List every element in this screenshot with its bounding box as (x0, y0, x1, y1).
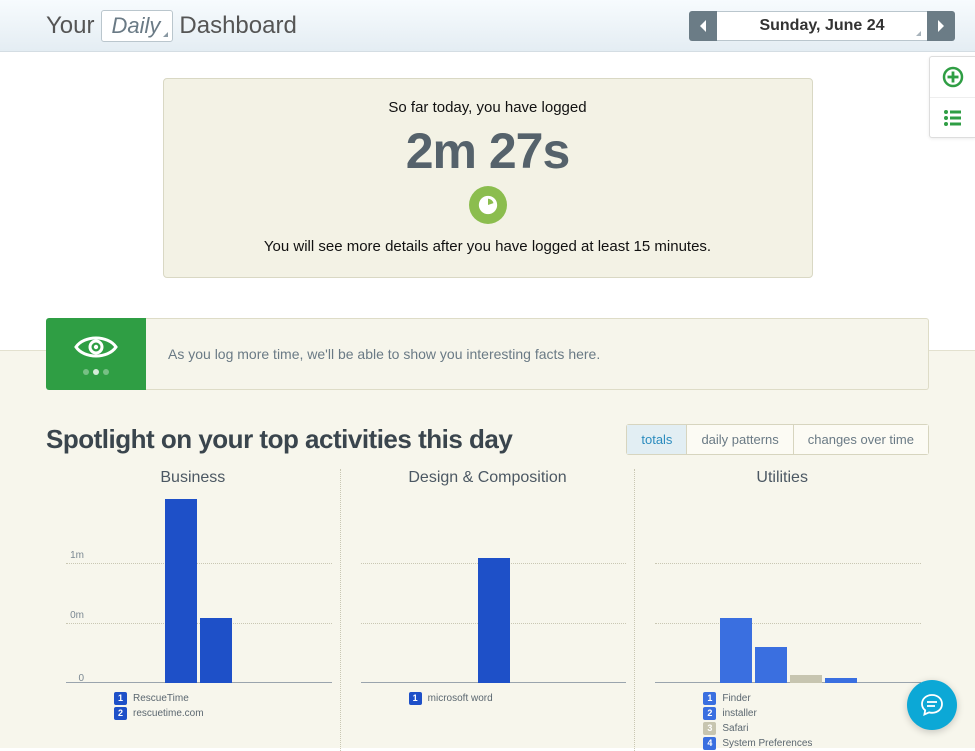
chart-col-1: Design & Composition 1 microsoft word (340, 469, 635, 751)
legend-label: System Preferences (722, 736, 812, 751)
plus-circle-icon (941, 65, 965, 89)
page-title: Your Daily Dashboard (46, 10, 297, 42)
insight-icon-box (46, 318, 146, 390)
title-your: Your (46, 12, 95, 40)
spotlight-header: Spotlight on your top activities this da… (46, 424, 929, 455)
add-button[interactable] (930, 57, 975, 97)
side-actions (929, 56, 975, 138)
insight-text: As you log more time, we'll be able to s… (146, 318, 929, 390)
bar[interactable] (165, 499, 197, 683)
chart-legend: 1 RescueTime 2 rescuetime.com (54, 691, 332, 721)
legend-item[interactable]: 4 System Preferences (703, 736, 921, 751)
chart-legend: 1 microsoft word (349, 691, 627, 706)
legend-item[interactable]: 1 Finder (703, 691, 921, 706)
date-navigator: Sunday, June 24 (689, 11, 955, 41)
chart-title: Utilities (643, 469, 921, 487)
chart-area (361, 493, 627, 683)
summary-card: So far today, you have logged 2m 27s You… (163, 78, 813, 278)
summary-detail: You will see more details after you have… (184, 238, 792, 255)
view-tabs: totals daily patterns changes over time (626, 424, 929, 455)
legend-label: Finder (722, 691, 750, 706)
chevron-right-icon (936, 20, 946, 32)
chat-icon (919, 692, 945, 718)
legend-item[interactable]: 2 installer (703, 706, 921, 721)
title-dashboard: Dashboard (179, 12, 296, 40)
bars (655, 493, 921, 683)
charts-row: 1m 0m 0 Business 1RescueTime2rescuetime.… (46, 469, 929, 751)
legend-badge: 2 (703, 707, 716, 720)
legend-item[interactable]: 2 rescuetime.com (114, 706, 332, 721)
top-bar: Your Daily Dashboard Sunday, June 24 (0, 0, 975, 52)
period-selector[interactable]: Daily (101, 10, 174, 42)
legend-badge: 4 (703, 737, 716, 750)
insight-row: As you log more time, we'll be able to s… (46, 318, 929, 390)
next-day-button[interactable] (927, 11, 955, 41)
chart-area (66, 493, 332, 683)
chart-title: Design & Composition (349, 469, 627, 487)
tab-daily-patterns[interactable]: daily patterns (687, 424, 793, 455)
tab-totals[interactable]: totals (626, 424, 687, 455)
legend-badge: 1 (114, 692, 127, 705)
bars (66, 493, 332, 683)
list-button[interactable] (930, 97, 975, 137)
chart-title: Business (54, 469, 332, 487)
bar[interactable] (755, 647, 787, 683)
legend-label: Safari (722, 721, 748, 736)
legend-label: installer (722, 706, 756, 721)
list-icon (941, 106, 965, 130)
spotlight-section: Spotlight on your top activities this da… (46, 424, 929, 751)
eye-icon (74, 333, 118, 361)
bar[interactable] (790, 675, 822, 683)
prev-day-button[interactable] (689, 11, 717, 41)
legend-label: RescueTime (133, 691, 189, 706)
legend-label: rescuetime.com (133, 706, 204, 721)
bar[interactable] (825, 678, 857, 683)
carousel-dots (83, 369, 109, 375)
bar[interactable] (720, 618, 752, 683)
legend-label: microsoft word (428, 691, 493, 706)
chart-col-2: Utilities 1 Finder 2 installer 3 Safari 4 Syste… (634, 469, 929, 751)
clock-icon (477, 194, 499, 216)
chart-col-0: Business 1 RescueTime 2 rescuetime.com (46, 469, 340, 751)
legend-item[interactable]: 3 Safari (703, 721, 921, 736)
legend-item[interactable]: 1 RescueTime (114, 691, 332, 706)
chart-legend: 1 Finder 2 installer 3 Safari 4 System Preferen… (643, 691, 921, 751)
tab-changes-over-time[interactable]: changes over time (794, 424, 929, 455)
legend-badge: 3 (703, 722, 716, 735)
date-display[interactable]: Sunday, June 24 (717, 11, 927, 41)
chat-fab[interactable] (907, 680, 957, 730)
chevron-left-icon (698, 20, 708, 32)
clock-badge (469, 186, 507, 224)
legend-item[interactable]: 1 microsoft word (409, 691, 627, 706)
bar[interactable] (200, 618, 232, 683)
bars (361, 493, 627, 683)
legend-badge: 2 (114, 707, 127, 720)
bar[interactable] (478, 558, 510, 683)
summary-intro: So far today, you have logged (184, 99, 792, 116)
spotlight-title: Spotlight on your top activities this da… (46, 424, 512, 455)
legend-badge: 1 (409, 692, 422, 705)
chart-area (655, 493, 921, 683)
summary-time: 2m 27s (184, 122, 792, 180)
legend-badge: 1 (703, 692, 716, 705)
